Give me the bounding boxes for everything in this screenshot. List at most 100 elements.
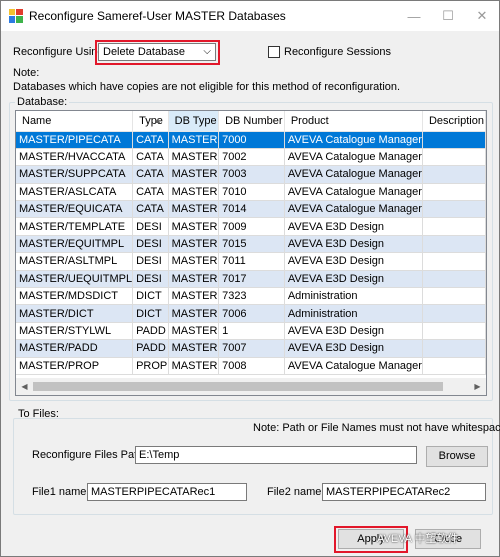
cell-db-type[interactable]: MASTER [168, 252, 220, 271]
cell-db-number[interactable]: 7003 [218, 165, 285, 184]
cell-type[interactable]: CATA [132, 165, 169, 184]
cell-name[interactable]: MASTER/HVACCATA [16, 148, 134, 167]
cell-product[interactable]: AVEVA Catalogue Manager [284, 131, 423, 149]
cell-type[interactable]: DICT [132, 287, 169, 306]
cell-product[interactable]: AVEVA Catalogue Manager [284, 183, 423, 202]
table-row[interactable]: MASTER/HVACCATA CATA MASTER 7002 AVEVA Catal… [16, 148, 486, 167]
cell-db-number[interactable]: 7006 [218, 304, 285, 323]
cell-product[interactable]: AVEVA Catalogue Manager [284, 200, 423, 219]
table-row[interactable]: MASTER/SUPPCATA CATA MASTER 7003 AVEVA Catal… [16, 165, 486, 184]
cell-description[interactable] [422, 339, 486, 358]
cell-description[interactable] [422, 270, 486, 289]
cell-type[interactable]: PROP [132, 357, 169, 375]
cell-product[interactable]: AVEVA E3D Design [284, 217, 423, 236]
column-header-product[interactable]: Product [284, 111, 423, 132]
table-row[interactable]: MASTER/MDSDICT DICT MASTER 7323 Administrati… [16, 287, 486, 306]
cell-db-type[interactable]: MASTER [168, 235, 220, 254]
cell-name[interactable]: MASTER/TEMPLATE [16, 217, 134, 236]
cell-type[interactable]: CATA [132, 183, 169, 202]
cell-db-number[interactable]: 7010 [218, 183, 285, 202]
scrollbar-thumb[interactable] [33, 382, 443, 391]
cell-name[interactable]: MASTER/ASLCATA [16, 183, 134, 202]
file1-name-input[interactable]: MASTERPIPECATARec1 [87, 483, 247, 501]
cell-type[interactable]: CATA [132, 200, 169, 219]
cell-product[interactable]: AVEVA Catalogue Manager [284, 148, 423, 167]
cell-description[interactable] [422, 165, 486, 184]
cell-db-type[interactable]: MASTER [168, 287, 220, 306]
cell-product[interactable]: AVEVA E3D Design [284, 322, 423, 341]
cell-name[interactable]: MASTER/DICT [16, 304, 134, 323]
scroll-left-icon[interactable]: ◀ [16, 378, 33, 395]
close-window-button[interactable]: ✕ [467, 1, 497, 31]
cell-product[interactable]: AVEVA E3D Design [284, 235, 423, 254]
cell-name[interactable]: MASTER/PROP [16, 357, 134, 375]
table-row[interactable]: MASTER/STYLWL PADD MASTER 1 AVEVA E3D Design [16, 322, 486, 341]
cell-description[interactable] [422, 217, 486, 236]
cell-product[interactable]: AVEVA Catalogue Manager [284, 165, 423, 184]
cell-db-type[interactable]: MASTER [168, 357, 220, 375]
cell-db-type[interactable]: MASTER [168, 165, 220, 184]
title-bar[interactable]: Reconfigure Sameref-User MASTER Database… [1, 1, 499, 31]
cell-db-number[interactable]: 7015 [218, 235, 285, 254]
cell-db-type[interactable]: MASTER [168, 322, 220, 341]
cell-db-type[interactable]: MASTER [168, 200, 220, 219]
cell-db-number[interactable]: 1 [218, 322, 285, 341]
cell-db-type[interactable]: MASTER [168, 339, 220, 358]
cell-db-type[interactable]: MASTER [168, 183, 220, 202]
table-row[interactable]: MASTER/PADD PADD MASTER 7007 AVEVA E3D Desig… [16, 339, 486, 358]
cell-db-number[interactable]: 7014 [218, 200, 285, 219]
cell-description[interactable] [422, 252, 486, 271]
cell-description[interactable] [422, 200, 486, 219]
cell-description[interactable] [422, 287, 486, 306]
cell-name[interactable]: MASTER/SUPPCATA [16, 165, 134, 184]
cell-type[interactable]: DICT [132, 304, 169, 323]
cell-description[interactable] [422, 322, 486, 341]
cell-db-number[interactable]: 7007 [218, 339, 285, 358]
database-grid[interactable]: Name Type ▲ DB Type DB Number Product De… [15, 110, 487, 396]
cell-type[interactable]: CATA [132, 148, 169, 167]
cell-product[interactable]: AVEVA E3D Design [284, 339, 423, 358]
cell-type[interactable]: DESI [132, 270, 169, 289]
horizontal-scrollbar[interactable]: ◀ ▶ [16, 378, 486, 395]
column-header-db-number[interactable]: DB Number [218, 111, 285, 132]
cell-type[interactable]: CATA [132, 131, 169, 149]
cell-db-number[interactable]: 7009 [218, 217, 285, 236]
cell-description[interactable] [422, 148, 486, 167]
cell-db-number[interactable]: 7008 [218, 357, 285, 375]
cell-name[interactable]: MASTER/UEQUITMPL [16, 270, 134, 289]
cell-product[interactable]: Administration [284, 304, 423, 323]
column-header-type[interactable]: Type ▲ [132, 111, 169, 132]
column-header-name[interactable]: Name [16, 111, 134, 132]
cell-db-number[interactable]: 7000 [218, 131, 285, 149]
cell-db-type[interactable]: MASTER [168, 131, 220, 149]
reconfigure-files-path-input[interactable]: E:\Temp [135, 446, 417, 464]
cell-description[interactable] [422, 357, 486, 375]
table-row[interactable]: MASTER/ASLCATA CATA MASTER 7010 AVEVA Catalo… [16, 183, 486, 202]
column-header-db-type[interactable]: DB Type [168, 111, 220, 132]
minimize-button[interactable]: — [399, 1, 429, 31]
scroll-right-icon[interactable]: ▶ [469, 378, 486, 395]
reconfigure-sessions-checkbox[interactable] [268, 46, 280, 58]
cell-name[interactable]: MASTER/ASLTMPL [16, 252, 134, 271]
cell-db-number[interactable]: 7011 [218, 252, 285, 271]
cell-type[interactable]: DESI [132, 235, 169, 254]
cell-product[interactable]: Administration [284, 287, 423, 306]
cell-description[interactable] [422, 235, 486, 254]
cell-type[interactable]: DESI [132, 252, 169, 271]
file2-name-input[interactable]: MASTERPIPECATARec2 [322, 483, 486, 501]
cell-name[interactable]: MASTER/EQUITMPL [16, 235, 134, 254]
cell-type[interactable]: DESI [132, 217, 169, 236]
table-row[interactable]: MASTER/EQUITMPL DESI MASTER 7015 AVEVA E3D D… [16, 235, 486, 254]
cell-db-number[interactable]: 7323 [218, 287, 285, 306]
cell-description[interactable] [422, 131, 486, 149]
cell-db-type[interactable]: MASTER [168, 217, 220, 236]
cell-type[interactable]: PADD [132, 339, 169, 358]
table-row[interactable]: MASTER/ASLTMPL DESI MASTER 7011 AVEVA E3D De… [16, 252, 486, 271]
cell-product[interactable]: AVEVA Catalogue Manager [284, 357, 423, 375]
reconfigure-using-dropdown[interactable]: Delete Database ⌵ [98, 43, 216, 61]
cell-name[interactable]: MASTER/PIPECATA [16, 131, 134, 149]
cell-db-number[interactable]: 7002 [218, 148, 285, 167]
browse-button[interactable]: Browse [426, 446, 488, 467]
table-row[interactable]: MASTER/EQUICATA CATA MASTER 7014 AVEVA Catal… [16, 200, 486, 219]
cell-name[interactable]: MASTER/MDSDICT [16, 287, 134, 306]
